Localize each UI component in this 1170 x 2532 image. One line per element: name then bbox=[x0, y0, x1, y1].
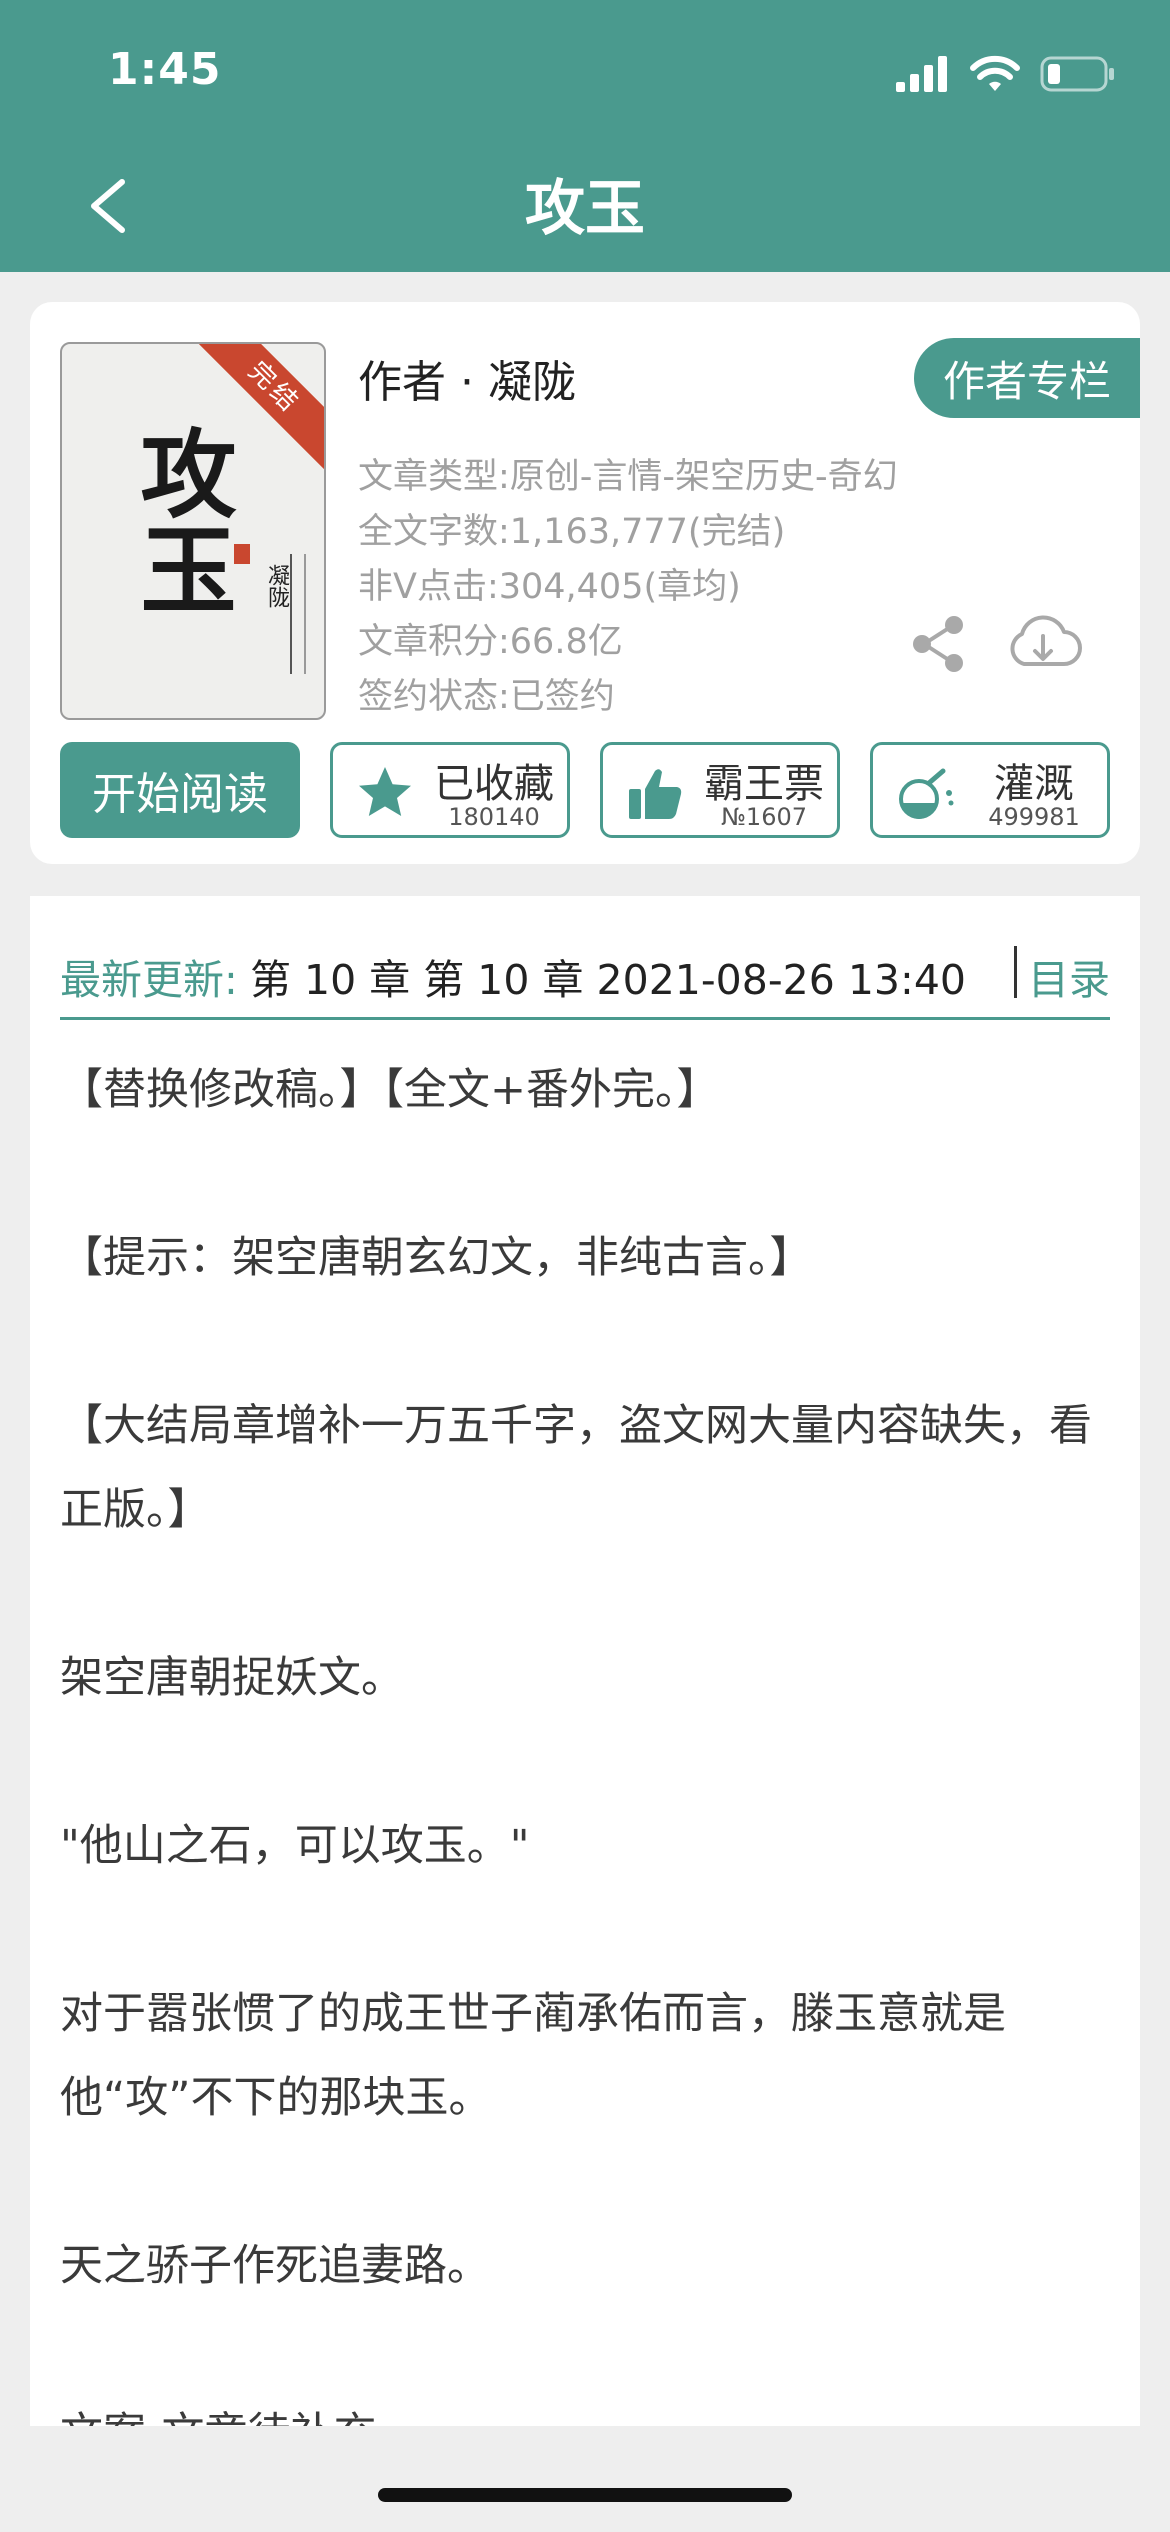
status-icons bbox=[896, 50, 1116, 98]
synopsis-paragraph: "他山之石，可以攻玉。" bbox=[60, 1821, 530, 1871]
author-name[interactable]: 作者 · 凝陇 bbox=[358, 346, 576, 410]
meta-word-count: 全文字数:1,163,777(完结) bbox=[358, 512, 786, 552]
download-icon[interactable] bbox=[1004, 614, 1082, 676]
synopsis-paragraph: 对于嚣张惯了的成王世子蔺承佑而言，滕玉意就是他“攻”不下的那块玉。 bbox=[60, 1989, 1006, 2123]
battery-icon bbox=[1040, 56, 1114, 92]
divider bbox=[1014, 946, 1017, 998]
latest-update-label: 最新更新: bbox=[60, 956, 238, 1004]
watering-flask-icon bbox=[899, 768, 954, 819]
book-meta: 文章类型:原创-言情-架空历史-奇幻 全文字数:1,163,777(完结) 非V… bbox=[358, 450, 898, 725]
synopsis-paragraph: 文案-文章待补充 bbox=[60, 2392, 1110, 2426]
favorite-count: 180140 bbox=[448, 803, 540, 831]
page-title: 攻玉 bbox=[525, 174, 645, 244]
cover-divider bbox=[290, 554, 292, 674]
vote-ticket-label: 霸王票 bbox=[704, 761, 824, 807]
share-icon[interactable] bbox=[910, 614, 970, 674]
star-icon bbox=[359, 767, 411, 816]
meta-score: 文章积分:66.8亿 bbox=[358, 622, 623, 662]
synopsis-paragraph: 天之骄子作死追妻路。 bbox=[60, 2241, 490, 2291]
synopsis-paragraph: 架空唐朝捉妖文。 bbox=[60, 1653, 404, 1703]
cover-divider bbox=[304, 554, 306, 674]
vote-ticket-button[interactable]: 霸王票 №1607 bbox=[600, 742, 840, 838]
home-indicator[interactable] bbox=[378, 2488, 792, 2502]
book-cover[interactable]: 完结 攻玉 凝陇 bbox=[60, 342, 326, 720]
irrigate-count: 499981 bbox=[988, 803, 1080, 831]
latest-update-row[interactable]: 最新更新: 第 10 章 第 10 章 2021-08-26 13:40 目录 bbox=[60, 920, 1110, 1020]
latest-update-chapter[interactable]: 第 10 章 第 10 章 2021-08-26 13:40 bbox=[250, 946, 966, 1006]
start-reading-button[interactable]: 开始阅读 bbox=[60, 742, 300, 838]
app-header: 1:45 攻玉 bbox=[0, 0, 1170, 272]
author-column-button[interactable]: 作者专栏 bbox=[914, 338, 1140, 418]
cover-title: 攻玉 bbox=[124, 424, 237, 616]
cover-author: 凝陇 bbox=[264, 564, 289, 608]
table-of-contents-link[interactable]: 目录 bbox=[1028, 946, 1110, 1006]
status-time: 1:45 bbox=[108, 44, 222, 95]
wifi-icon bbox=[970, 55, 1020, 91]
book-intro-card: 最新更新: 第 10 章 第 10 章 2021-08-26 13:40 目录 … bbox=[30, 896, 1140, 2426]
synopsis-paragraph: 【提示：架空唐朝玄幻文，非纯古言。】 bbox=[60, 1233, 813, 1283]
favorite-label: 已收藏 bbox=[434, 761, 554, 807]
signal-icon bbox=[896, 56, 947, 92]
meta-sign-status: 签约状态:已签约 bbox=[358, 677, 615, 717]
synopsis-paragraph: 【大结局章增补一万五千字，盗文网大量内容缺失，看正版。】 bbox=[60, 1401, 1092, 1535]
book-synopsis: 【替换修改稿。】【全文+番外完。】 【提示：架空唐朝玄幻文，非纯古言。】 【大结… bbox=[60, 1048, 1110, 2426]
irrigate-label: 灌溉 bbox=[994, 761, 1074, 807]
vote-ticket-rank: №1607 bbox=[720, 803, 808, 831]
book-info-card: 完结 攻玉 凝陇 作者 · 凝陇 作者专栏 文章类型:原创-言情-架空历史-奇幻… bbox=[30, 302, 1140, 864]
thumbs-up-icon bbox=[629, 769, 682, 819]
phone-screen: 1:45 攻玉 完结 攻玉 凝陇 作者 · 凝陇 作者专栏 文章类型:原创-言情… bbox=[0, 0, 1170, 2532]
meta-type: 文章类型:原创-言情-架空历史-奇幻 bbox=[358, 457, 898, 497]
favorite-button[interactable]: 已收藏 180140 bbox=[330, 742, 570, 838]
meta-clicks: 非V点击:304,405(章均) bbox=[358, 567, 741, 607]
cover-seal-icon bbox=[234, 544, 250, 564]
synopsis-paragraph: 【替换修改稿。】【全文+番外完。】 bbox=[60, 1065, 720, 1115]
irrigate-button[interactable]: 灌溉 499981 bbox=[870, 742, 1110, 838]
